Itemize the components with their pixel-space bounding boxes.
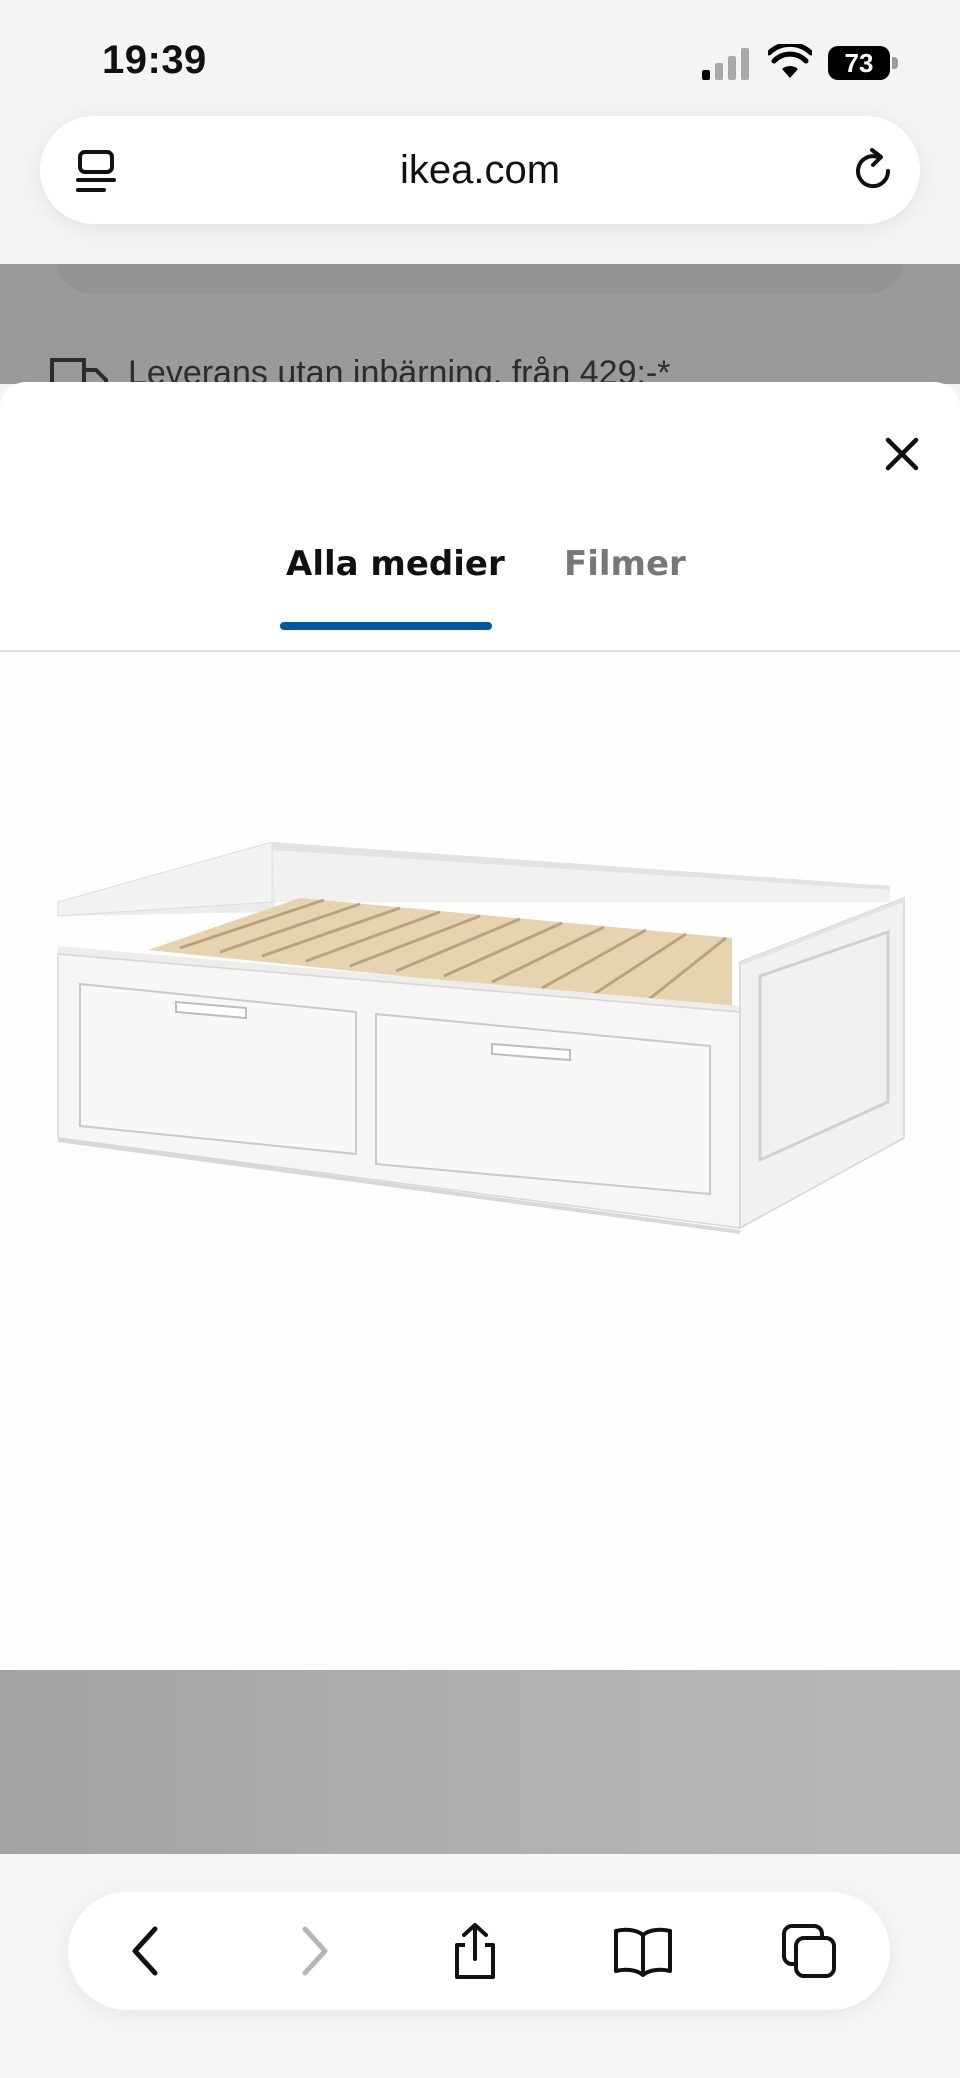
tabs-button[interactable] — [774, 1916, 844, 1986]
selected-tab-indicator — [280, 622, 492, 630]
delivery-text: Leverans utan inbärning, från 429:-* — [128, 354, 671, 384]
battery-tip — [892, 57, 898, 69]
address-bar[interactable]: ikea.com — [40, 116, 920, 224]
daybed-product-image — [57, 842, 905, 1234]
bookmarks-icon — [614, 1927, 672, 1977]
battery-level: 73 — [828, 46, 890, 80]
battery-indicator: 73 — [828, 46, 898, 80]
tab-films[interactable]: Filmer — [564, 544, 686, 584]
status-time: 19:39 — [102, 38, 207, 82]
back-icon — [132, 1926, 158, 1976]
status-bar: 19:39 73 — [0, 0, 960, 110]
tabs-icon — [782, 1924, 836, 1978]
reload-icon[interactable] — [850, 148, 896, 194]
wifi-icon — [768, 44, 812, 78]
forward-icon — [302, 1926, 328, 1976]
forward-button[interactable] — [280, 1916, 350, 1986]
backdrop-button — [56, 264, 904, 294]
media-tabs: Alla medier Filmer — [0, 522, 960, 652]
url-text[interactable]: ikea.com — [40, 148, 920, 193]
back-button[interactable] — [110, 1916, 180, 1986]
share-button[interactable] — [440, 1916, 510, 1986]
bookmarks-button[interactable] — [608, 1916, 678, 1986]
dimmed-page-backdrop: Leverans utan inbärning, från 429:-* — [0, 264, 960, 384]
tab-all-media[interactable]: Alla medier — [286, 544, 505, 584]
browser-toolbar — [68, 1892, 890, 2010]
share-icon — [455, 1923, 495, 1979]
cellular-signal-icon — [702, 48, 749, 80]
delivery-truck-icon — [50, 358, 108, 384]
close-icon[interactable] — [878, 430, 926, 478]
media-modal: Alla medier Filmer — [0, 382, 960, 1670]
product-media-viewer[interactable] — [0, 652, 960, 1670]
page-background — [0, 1670, 960, 1854]
